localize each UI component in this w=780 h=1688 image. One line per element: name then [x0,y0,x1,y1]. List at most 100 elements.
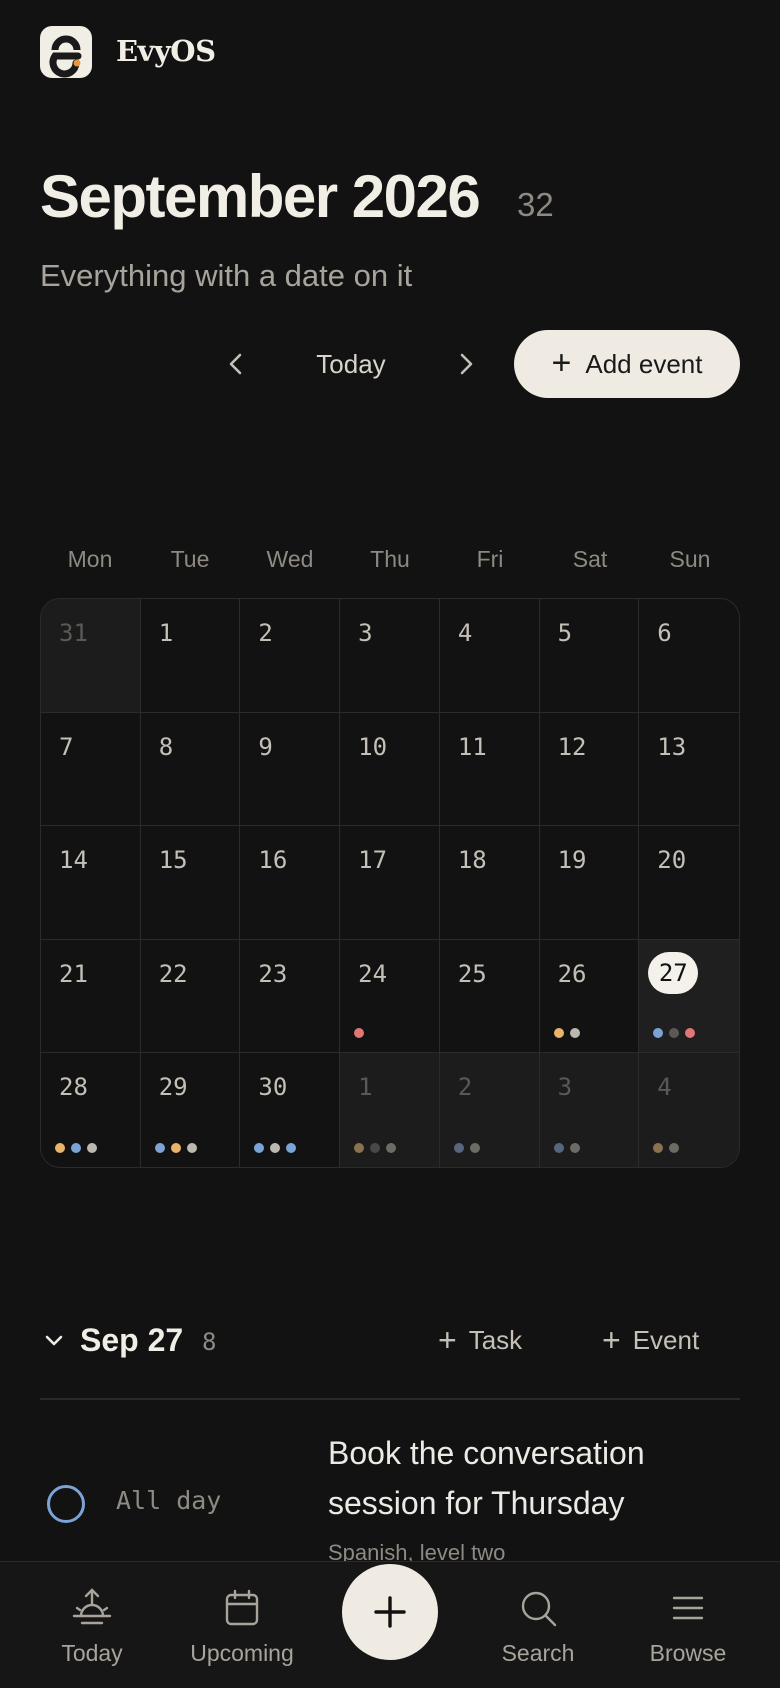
task-checkbox[interactable] [47,1485,85,1523]
plus-icon: + [438,1322,457,1358]
app-name: EvyOS [116,34,216,68]
plus-icon [374,1596,406,1628]
add-event-button[interactable]: + Add event [514,330,740,398]
calendar-day[interactable]: 5 [539,599,640,713]
weekday-label: Mon [67,546,113,572]
calendar-day[interactable]: 9 [240,712,341,827]
calendar-day[interactable]: 14 [41,826,141,940]
calendar-day[interactable]: 4 [439,599,540,713]
collapse-day-button[interactable] [42,1328,66,1352]
add-task-label: Task [468,1324,523,1355]
calendar-day[interactable]: 18 [439,826,540,940]
calendar-day[interactable]: 16 [240,826,341,940]
next-month-button[interactable] [452,348,480,380]
calendar-day[interactable]: 29 [141,1053,241,1167]
calendar-day[interactable]: 21 [41,939,141,1054]
calendar-day[interactable]: 2 [240,599,341,713]
event-dot [354,1028,365,1039]
calendar-day[interactable]: 2 [439,1053,540,1167]
calendar-day[interactable]: 28 [41,1053,141,1167]
previous-month-button[interactable] [222,348,250,380]
calendar-day[interactable]: 13 [639,713,739,827]
add-task-button[interactable]: + Task [438,1324,522,1356]
day-number: 5 [557,619,573,647]
event-dot [685,1028,696,1039]
event-dot [71,1142,81,1153]
event-dot [55,1142,65,1153]
add-day-event-button[interactable]: + Event [602,1324,699,1356]
event-dot [653,1142,664,1153]
day-number: 20 [657,846,687,875]
nav-today[interactable]: Today [22,1586,162,1667]
app-logo[interactable] [40,26,92,78]
day-number: 19 [557,846,587,875]
event-dots [154,1142,197,1153]
day-number: 6 [657,619,672,647]
menu-icon [672,1596,704,1620]
calendar-day[interactable]: 3 [340,599,440,713]
calendar-day[interactable]: 15 [140,826,241,940]
day-number: 1 [358,1073,373,1102]
day-number: 2 [457,1073,473,1102]
event-dot [553,1142,564,1153]
item-count: 32 [517,186,554,223]
chevron-right-icon [460,353,473,375]
calendar-day-selected[interactable]: 27 [639,939,739,1054]
day-number: 4 [657,1073,672,1102]
event-dots [55,1142,97,1153]
create-button[interactable] [342,1564,438,1660]
event-dot [569,1142,580,1153]
calendar-day[interactable]: 17 [340,826,440,940]
event-dot [354,1142,365,1153]
today-button[interactable]: Today [298,346,404,382]
weekday-label: Sat [572,546,608,572]
calendar-day[interactable]: 1 [340,1053,440,1167]
weekday-label: Tue [170,546,210,572]
calendar-day[interactable]: 24 [340,939,440,1054]
day-heading: Sep 27 [80,1322,184,1358]
day-number: 21 [59,959,88,988]
calendar-day[interactable]: 20 [639,826,739,940]
add-event-label: Add event [585,348,703,379]
event-dot [669,1142,680,1153]
calendar-day[interactable]: 7 [41,712,141,827]
calendar-day[interactable]: 8 [140,712,241,827]
weekday-label: Sun [669,546,711,572]
event-dot [170,1142,181,1153]
event-dots [453,1142,480,1153]
calendar-day[interactable]: 12 [539,712,640,827]
calendar-day[interactable]: 22 [140,939,241,1054]
event-dot [370,1142,381,1153]
day-number: 13 [657,732,687,761]
calendar-day[interactable]: 3 [539,1053,640,1167]
calendar-day[interactable]: 1 [140,599,241,713]
calendar-icon [225,1589,259,1626]
event-dots [553,1142,580,1153]
day-number: 23 [258,959,288,988]
calendar-day[interactable]: 31 [41,599,141,713]
calendar-day[interactable]: 30 [240,1053,341,1167]
day-number: 18 [457,846,487,875]
day-number: 16 [258,846,288,875]
calendar-day[interactable]: 26 [539,939,640,1054]
calendar-day[interactable]: 4 [639,1053,739,1167]
day-number: 11 [457,732,487,761]
calendar-day[interactable]: 19 [539,826,640,940]
nav-search[interactable]: Search [468,1586,608,1667]
day-number: 8 [158,732,174,761]
nav-browse[interactable]: Browse [618,1586,758,1667]
chevron-down-icon [45,1335,63,1346]
event-dot [254,1142,265,1153]
calendar-day[interactable]: 6 [639,599,739,713]
day-item-count: 8 [202,1328,217,1356]
calendar-day[interactable]: 25 [439,939,540,1054]
nav-upcoming[interactable]: Upcoming [172,1586,312,1667]
event-dot [569,1028,580,1039]
event-dot [186,1142,197,1153]
event-dots [254,1142,297,1153]
calendar-day[interactable]: 11 [439,712,540,827]
calendar-day[interactable]: 10 [340,712,440,827]
calendar-day[interactable]: 23 [240,939,341,1054]
task-title[interactable]: Book the conversation session for Thursd… [328,1428,728,1528]
day-number: 27 [648,951,699,994]
